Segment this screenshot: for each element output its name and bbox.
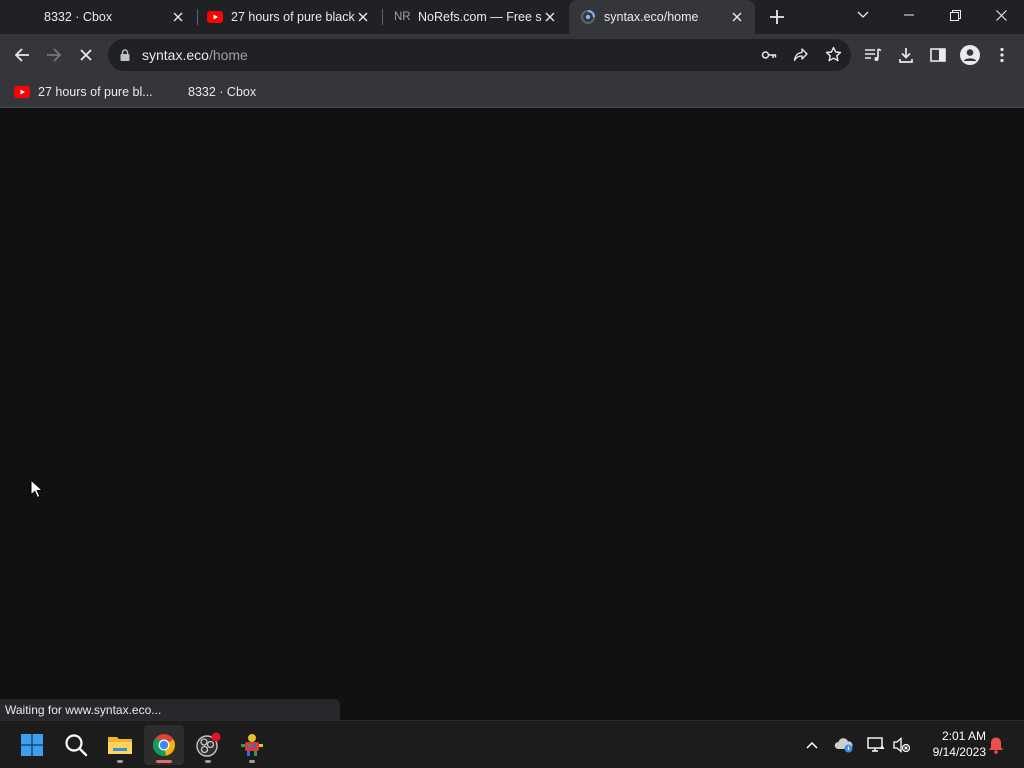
profile-avatar-icon[interactable]	[956, 41, 984, 69]
side-panel-icon[interactable]	[924, 41, 952, 69]
status-bubble: Waiting for www.syntax.eco...	[0, 699, 340, 720]
obs-studio-icon[interactable]	[188, 725, 228, 765]
network-icon[interactable]	[864, 733, 888, 757]
close-window-button[interactable]	[978, 0, 1024, 30]
tab-strip: 8332 · Cbox 27 hours of pure black NR No…	[0, 0, 1024, 34]
youtube-favicon-icon	[14, 84, 30, 100]
bookmarks-bar: 27 hours of pure bl... 8332 · Cbox	[0, 76, 1024, 108]
close-icon[interactable]	[542, 9, 558, 25]
url-text[interactable]: syntax.eco/home	[142, 47, 248, 63]
tab-title: 8332 · Cbox	[44, 10, 113, 24]
menu-kebab-icon[interactable]	[988, 41, 1016, 69]
url-path: /home	[208, 47, 248, 63]
bookmark-label: 27 hours of pure bl...	[38, 85, 153, 99]
media-control-icon[interactable]	[859, 41, 887, 69]
close-icon[interactable]	[729, 9, 745, 25]
url-domain: syntax.eco	[142, 47, 209, 63]
start-button-windows-icon[interactable]	[12, 725, 52, 765]
cbox-favicon-icon	[0, 9, 36, 25]
tab-syntax-active[interactable]: syntax.eco/home	[569, 0, 755, 34]
tab-title: syntax.eco/home	[604, 10, 699, 24]
youtube-favicon-icon	[207, 9, 223, 25]
show-hidden-icons-chevron-icon[interactable]	[800, 733, 824, 757]
minimize-button[interactable]	[886, 0, 932, 30]
forward-button[interactable]	[40, 41, 68, 69]
download-icon[interactable]	[892, 41, 920, 69]
loading-spinner-icon	[580, 9, 596, 25]
lock-icon[interactable]	[120, 48, 130, 66]
close-icon[interactable]	[170, 9, 186, 25]
stop-loading-button[interactable]	[72, 41, 100, 69]
mouse-cursor-icon	[30, 478, 44, 504]
clock[interactable]: 2:01 AM 9/14/2023	[918, 728, 986, 760]
notification-bell-icon[interactable]	[984, 733, 1008, 757]
tab-youtube[interactable]: 27 hours of pure black	[199, 0, 381, 34]
tab-cbox[interactable]: 8332 · Cbox	[0, 0, 196, 34]
running-indicator	[249, 760, 255, 763]
search-icon[interactable]	[56, 725, 96, 765]
back-button[interactable]	[8, 41, 36, 69]
chrome-icon[interactable]	[144, 725, 184, 765]
tab-title: NoRefs.com — Free se	[418, 10, 542, 24]
key-icon[interactable]	[761, 47, 777, 68]
clock-time: 2:01 AM	[941, 729, 986, 743]
running-indicator	[117, 760, 123, 763]
new-tab-button[interactable]	[765, 5, 789, 29]
tab-search-button[interactable]	[840, 0, 886, 30]
bookmark-cbox[interactable]: 8332 · Cbox	[188, 82, 256, 102]
share-icon[interactable]	[793, 47, 809, 68]
close-icon[interactable]	[355, 9, 371, 25]
bookmark-label: 8332 · Cbox	[188, 85, 257, 99]
clock-date: 9/14/2023	[932, 745, 986, 759]
restore-button[interactable]	[932, 0, 978, 30]
tab-separator	[197, 9, 198, 25]
running-indicator	[205, 760, 211, 763]
tab-norefs[interactable]: NR NoRefs.com — Free se	[384, 0, 568, 34]
page-content[interactable]	[0, 109, 1024, 720]
volume-muted-icon[interactable]	[890, 733, 914, 757]
windows-taskbar: 2:01 AM 9/14/2023	[0, 720, 1024, 768]
browser-toolbar: syntax.eco/home	[0, 34, 1024, 76]
bookmark-youtube[interactable]: 27 hours of pure bl...	[14, 82, 153, 102]
tab-separator	[382, 9, 383, 25]
file-explorer-icon[interactable]	[100, 725, 140, 765]
active-indicator	[156, 760, 172, 763]
colorful-app-icon[interactable]	[232, 725, 272, 765]
bookmark-star-icon[interactable]	[825, 46, 842, 68]
tab-title: 27 hours of pure black	[231, 10, 355, 24]
onedrive-cloud-icon[interactable]	[832, 733, 856, 757]
address-bar[interactable]: syntax.eco/home	[108, 39, 851, 71]
norefs-favicon: NR	[394, 11, 411, 23]
